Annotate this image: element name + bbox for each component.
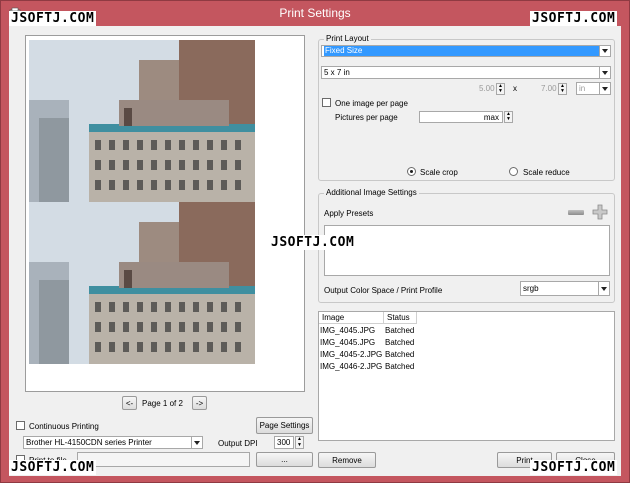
remove-button[interactable]: Remove bbox=[318, 452, 376, 468]
color-profile-dropdown[interactable]: srgb bbox=[520, 281, 610, 296]
image-cell: IMG_4045-2.JPG bbox=[320, 350, 383, 359]
image-cell: IMG_4046-2.JPG bbox=[320, 362, 383, 371]
scale-crop-label: Scale crop bbox=[420, 168, 458, 177]
unit-dropdown[interactable]: in bbox=[576, 82, 611, 95]
image-column-header[interactable]: Image bbox=[319, 312, 384, 324]
chevron-down-icon bbox=[598, 282, 609, 295]
status-column-header[interactable]: Status bbox=[384, 312, 417, 324]
print-preview-panel bbox=[25, 35, 305, 392]
image-cell: IMG_4045.JPG bbox=[320, 326, 376, 335]
one-image-per-page-label: One image per page bbox=[335, 99, 408, 108]
height-value: 7.00 bbox=[541, 84, 557, 93]
pictures-per-page-label: Pictures per page bbox=[335, 113, 398, 122]
scale-reduce-radio[interactable] bbox=[509, 167, 518, 176]
next-page-button[interactable]: -> bbox=[192, 396, 207, 410]
times-symbol: x bbox=[513, 84, 517, 93]
printer-dropdown[interactable]: Brother HL-4150CDN series Printer bbox=[23, 436, 203, 449]
table-row[interactable]: IMG_4045.JPG Batched bbox=[319, 337, 614, 349]
layout-selected: Fixed Size bbox=[324, 46, 600, 56]
add-preset-icon[interactable] bbox=[592, 204, 608, 220]
page-label: Page bbox=[142, 399, 161, 408]
pictures-per-page-value: max bbox=[483, 112, 499, 122]
status-cell: Batched bbox=[385, 350, 415, 359]
status-cell: Batched bbox=[385, 326, 415, 335]
preview-image-2 bbox=[29, 202, 255, 364]
chevron-down-icon bbox=[191, 437, 202, 448]
scale-crop-radio[interactable] bbox=[407, 167, 416, 176]
height-stepper[interactable]: ▲ ▼ bbox=[558, 83, 567, 95]
remove-preset-icon[interactable] bbox=[568, 210, 584, 215]
watermark-top-right: JSOFTJ.COM bbox=[530, 11, 618, 26]
output-dpi-label: Output DPI bbox=[218, 439, 258, 448]
printer-value: Brother HL-4150CDN series Printer bbox=[26, 438, 152, 447]
image-cell: IMG_4045.JPG bbox=[320, 338, 376, 347]
continuous-printing-label: Continuous Printing bbox=[29, 422, 99, 431]
watermark-bottom-right: JSOFTJ.COM bbox=[530, 460, 618, 475]
chevron-down-icon bbox=[599, 67, 610, 78]
width-stepper[interactable]: ▲ ▼ bbox=[496, 83, 505, 95]
print-layout-title: Print Layout bbox=[324, 34, 371, 43]
chevron-down-icon bbox=[599, 46, 610, 56]
browse-button[interactable]: ... bbox=[256, 452, 313, 467]
page-settings-button[interactable]: Page Settings bbox=[256, 417, 313, 434]
dialog-body: <- Page 1 of 2 -> Print Layout Fixed Siz… bbox=[9, 26, 621, 476]
watermark-top-left: JSOFTJ.COM bbox=[9, 11, 97, 26]
page-of-label: of bbox=[169, 399, 177, 408]
image-table[interactable]: Image Status IMG_4045.JPG Batched IMG_40… bbox=[318, 311, 615, 441]
table-row[interactable]: IMG_4045.JPG Batched bbox=[319, 325, 614, 337]
scale-reduce-label: Scale reduce bbox=[523, 168, 570, 177]
unit-value: in bbox=[579, 84, 586, 93]
prev-page-button[interactable]: <- bbox=[122, 396, 137, 410]
one-image-per-page-checkbox[interactable] bbox=[322, 98, 331, 107]
paper-size-dropdown[interactable]: 5 x 7 in bbox=[321, 66, 611, 79]
chevron-down-icon bbox=[599, 83, 610, 94]
output-dpi-stepper[interactable]: ▲ ▼ bbox=[295, 436, 304, 449]
print-settings-window: Print Settings <- Page 1 of 2 -> Print L… bbox=[0, 0, 630, 483]
print-layout-group: Print Layout bbox=[318, 34, 615, 181]
paper-size-value: 5 x 7 in bbox=[324, 68, 350, 77]
apply-presets-label: Apply Presets bbox=[324, 209, 374, 218]
additional-settings-title: Additional Image Settings bbox=[324, 188, 419, 197]
watermark-center: JSOFTJ.COM bbox=[269, 235, 357, 250]
table-row[interactable]: IMG_4046-2.JPG Batched bbox=[319, 361, 614, 373]
output-dpi-input[interactable]: 300 bbox=[274, 436, 294, 449]
table-row[interactable]: IMG_4045-2.JPG Batched bbox=[319, 349, 614, 361]
page-total: 2 bbox=[178, 399, 183, 408]
color-profile-value: srgb bbox=[523, 284, 539, 293]
status-cell: Batched bbox=[385, 338, 415, 347]
preview-image-1 bbox=[29, 40, 255, 202]
status-cell: Batched bbox=[385, 362, 415, 371]
layout-dropdown[interactable]: Fixed Size bbox=[321, 45, 611, 57]
width-value: 5.00 bbox=[479, 84, 495, 93]
color-profile-label: Output Color Space / Print Profile bbox=[324, 286, 443, 295]
continuous-printing-checkbox[interactable] bbox=[16, 421, 25, 430]
pictures-per-page-stepper[interactable]: ▲ ▼ bbox=[504, 111, 513, 123]
print-to-file-path-input[interactable] bbox=[77, 452, 250, 467]
presets-list[interactable] bbox=[324, 225, 610, 276]
page-current: 1 bbox=[162, 399, 168, 408]
page-indicator: Page 1 of 2 bbox=[142, 399, 183, 408]
pictures-per-page-input[interactable]: max bbox=[419, 111, 503, 123]
output-dpi-value: 300 bbox=[277, 438, 291, 447]
watermark-bottom-left: JSOFTJ.COM bbox=[9, 460, 97, 475]
